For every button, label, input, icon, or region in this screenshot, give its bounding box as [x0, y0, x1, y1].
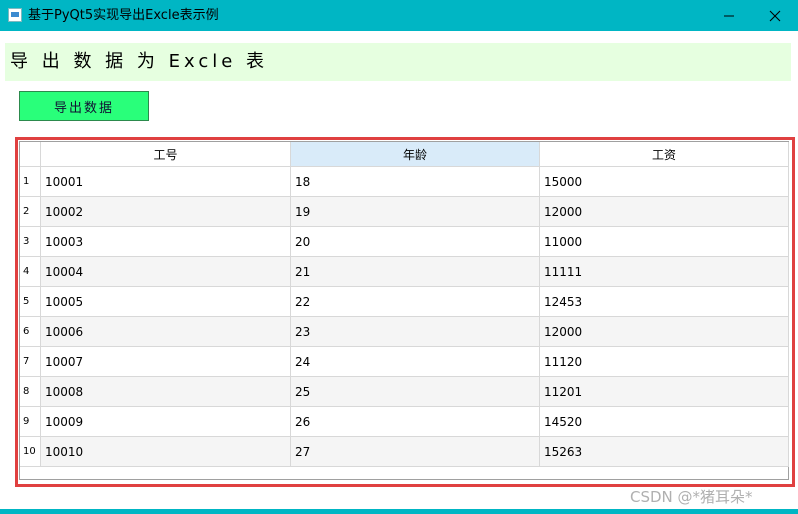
- row-header[interactable]: 3: [20, 227, 41, 257]
- table-cell[interactable]: 11111: [540, 257, 789, 287]
- window-title: 基于PyQt5实现导出Excle表示例: [28, 8, 219, 23]
- title-bar: 基于PyQt5实现导出Excle表示例: [0, 0, 798, 31]
- table-cell[interactable]: 10003: [41, 227, 291, 257]
- table-cell[interactable]: 11120: [540, 347, 789, 377]
- bottom-strip: [0, 509, 798, 514]
- table-cell[interactable]: 26: [291, 407, 540, 437]
- close-icon: [769, 10, 781, 21]
- maximize-button-inner[interactable]: [707, 0, 753, 31]
- row-header[interactable]: 7: [20, 347, 41, 377]
- table-cell[interactable]: 10006: [41, 317, 291, 347]
- table-cell[interactable]: 10010: [41, 437, 291, 467]
- table-row[interactable]: 6 10006 23 12000: [20, 317, 789, 347]
- table-cell[interactable]: 10001: [41, 167, 291, 197]
- row-header[interactable]: 6: [20, 317, 41, 347]
- table-cell[interactable]: 19: [291, 197, 540, 227]
- table-row[interactable]: 7 10007 24 11120: [20, 347, 789, 377]
- app-icon: [8, 8, 22, 22]
- row-header[interactable]: 9: [20, 407, 41, 437]
- table-row[interactable]: 4 10004 21 11111: [20, 257, 789, 287]
- table-cell[interactable]: 10007: [41, 347, 291, 377]
- table-cell[interactable]: 27: [291, 437, 540, 467]
- table-cell[interactable]: 15263: [540, 437, 789, 467]
- data-table[interactable]: 工号 年龄 工资 1 10001 18 15000 2 10002 19 12000 3 1000…: [19, 141, 789, 480]
- close-button[interactable]: [752, 0, 798, 31]
- table-cell[interactable]: 12453: [540, 287, 789, 317]
- table-row[interactable]: 2 10002 19 12000: [20, 197, 789, 227]
- table-cell[interactable]: 10002: [41, 197, 291, 227]
- row-header[interactable]: 5: [20, 287, 41, 317]
- table-cell[interactable]: 11000: [540, 227, 789, 257]
- column-header-salary[interactable]: 工资: [540, 142, 789, 167]
- page-title: 导 出 数 据 为 Excle 表: [10, 51, 269, 72]
- table-cell[interactable]: 10005: [41, 287, 291, 317]
- table-rows: 1 10001 18 15000 2 10002 19 12000 3 10003 20 11000 4…: [20, 167, 789, 467]
- table-cell[interactable]: 21: [291, 257, 540, 287]
- table-cell[interactable]: 10008: [41, 377, 291, 407]
- column-header-age[interactable]: 年龄: [291, 142, 540, 167]
- row-header[interactable]: 10: [20, 437, 41, 467]
- table-row[interactable]: 8 10008 25 11201: [20, 377, 789, 407]
- table-cell[interactable]: 12000: [540, 317, 789, 347]
- table-cell[interactable]: 11201: [540, 377, 789, 407]
- table-corner[interactable]: [20, 142, 41, 167]
- table-cell[interactable]: 10004: [41, 257, 291, 287]
- table-cell[interactable]: 12000: [540, 197, 789, 227]
- export-data-button[interactable]: 导出数据: [19, 91, 149, 121]
- table-row[interactable]: 5 10005 22 12453: [20, 287, 789, 317]
- table-cell[interactable]: 22: [291, 287, 540, 317]
- table-cell[interactable]: 23: [291, 317, 540, 347]
- table-row[interactable]: 3 10003 20 11000: [20, 227, 789, 257]
- table-cell[interactable]: 25: [291, 377, 540, 407]
- row-header[interactable]: 8: [20, 377, 41, 407]
- row-header[interactable]: 4: [20, 257, 41, 287]
- table-cell[interactable]: 18: [291, 167, 540, 197]
- table-row[interactable]: 10 10010 27 15263: [20, 437, 789, 467]
- column-header-id[interactable]: 工号: [41, 142, 291, 167]
- table-cell[interactable]: 14520: [540, 407, 789, 437]
- watermark: CSDN @*猪耳朵*: [630, 488, 753, 506]
- row-header[interactable]: 1: [20, 167, 41, 197]
- table-row[interactable]: 1 10001 18 15000: [20, 167, 789, 197]
- table-cell[interactable]: 20: [291, 227, 540, 257]
- row-header[interactable]: 2: [20, 197, 41, 227]
- table-row[interactable]: 9 10009 26 14520: [20, 407, 789, 437]
- table-cell[interactable]: 15000: [540, 167, 789, 197]
- table-cell[interactable]: 24: [291, 347, 540, 377]
- header-band: 导 出 数 据 为 Excle 表: [5, 43, 791, 81]
- column-headers: 工号 年龄 工资: [41, 142, 789, 167]
- table-cell[interactable]: 10009: [41, 407, 291, 437]
